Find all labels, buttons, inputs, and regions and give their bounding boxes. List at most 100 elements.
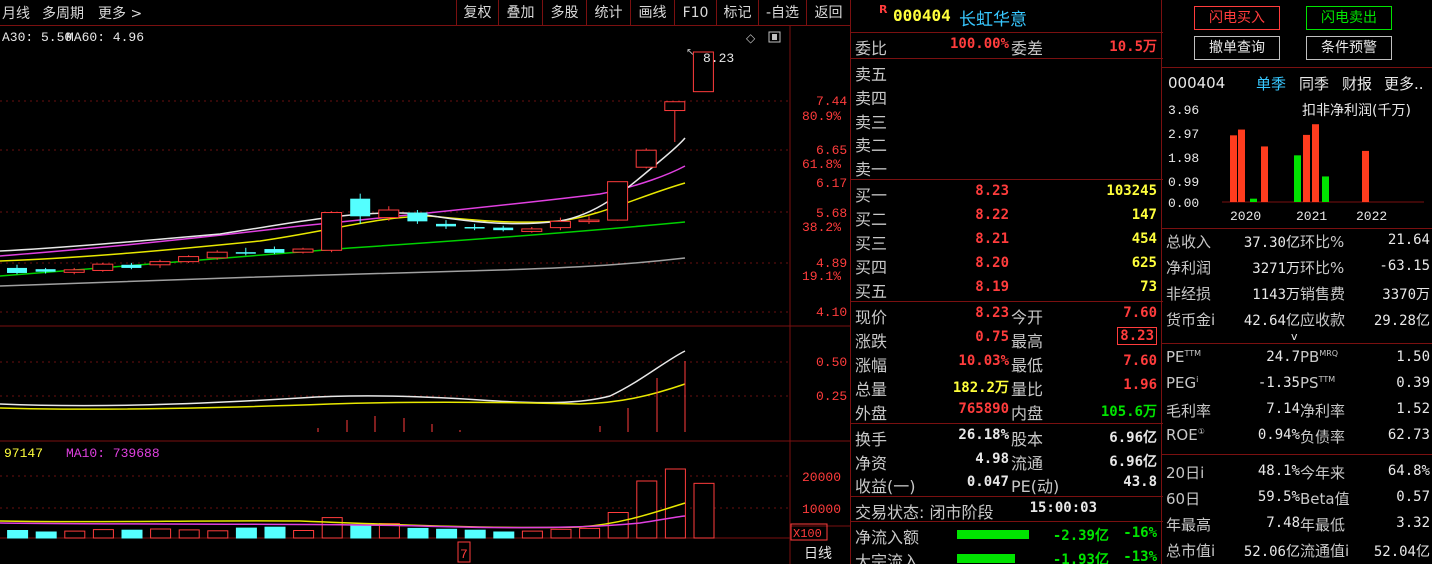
fuquan-button[interactable]: 复权 bbox=[456, 0, 498, 26]
info-label: 收益(一) bbox=[855, 477, 916, 496]
draw-line-button[interactable]: 画线 bbox=[630, 0, 674, 26]
bid-row[interactable]: 买四 8.20 625 bbox=[855, 253, 1159, 277]
volume-bar bbox=[636, 480, 658, 539]
ratio-row: ROE① 0.94% 负债率 62.73 bbox=[1166, 426, 1430, 446]
chevron-right-icon: > bbox=[130, 6, 143, 22]
fin-value: 37.30亿 bbox=[1243, 235, 1300, 251]
candle-body bbox=[92, 263, 114, 271]
volume-bar bbox=[407, 527, 429, 539]
ratio-row: PETTM 24.7 PBMRQ 1.50 bbox=[1166, 348, 1430, 366]
volume-bar bbox=[150, 528, 172, 539]
quick-sell-button[interactable]: 闪电卖出 bbox=[1306, 6, 1392, 30]
back-button[interactable]: 返回 bbox=[806, 0, 850, 26]
ask-row[interactable]: 卖一 bbox=[855, 155, 1159, 179]
price-axis-label: 7.44 bbox=[816, 94, 847, 109]
bid-row[interactable]: 买二 8.22 147 bbox=[855, 205, 1159, 229]
flow-value: -1.93亿 bbox=[1052, 552, 1109, 564]
volume-bar bbox=[121, 529, 143, 539]
ask-label: 卖一 bbox=[855, 160, 888, 179]
perf-value: 52.06亿 bbox=[1243, 544, 1300, 560]
ask-row[interactable]: 卖二 bbox=[855, 131, 1159, 155]
ask-label: 卖四 bbox=[855, 89, 888, 108]
tab-same-quarter[interactable]: 同季 bbox=[1299, 73, 1329, 94]
bid-row[interactable]: 买三 8.21 454 bbox=[855, 229, 1159, 253]
multi-period-button[interactable]: 多周期 bbox=[42, 3, 84, 23]
volume-bar bbox=[264, 526, 286, 539]
weicha-value: 10.5万 bbox=[1109, 39, 1157, 55]
macd-axis-label: 0.25 bbox=[816, 389, 847, 404]
profit-bar bbox=[1294, 155, 1301, 202]
candle-body bbox=[292, 248, 314, 253]
bid-row[interactable]: 买五 8.19 73 bbox=[855, 277, 1159, 301]
ask-row[interactable]: 卖五 bbox=[855, 60, 1159, 84]
diamond-icon[interactable]: ◇ bbox=[746, 31, 756, 45]
perf-value: 52.04亿 bbox=[1373, 544, 1430, 560]
tab-financial-report[interactable]: 财报 bbox=[1342, 73, 1372, 94]
price-axis-label: 6.65 bbox=[816, 143, 847, 158]
ask-label: 卖二 bbox=[855, 136, 888, 155]
macd-axis-label: 0.50 bbox=[816, 355, 847, 370]
candle-body bbox=[35, 269, 56, 272]
volume-bar bbox=[493, 531, 515, 539]
bid-label: 买二 bbox=[855, 210, 888, 229]
overlay-button[interactable]: 叠加 bbox=[498, 0, 542, 26]
multi-stock-button[interactable]: 多股 bbox=[542, 0, 586, 26]
price-axis-label: 4.10 bbox=[816, 305, 847, 320]
expand-chevron-icon[interactable]: v bbox=[1291, 330, 1298, 343]
volume-axis-label: 10000 bbox=[802, 502, 841, 517]
volume-bar bbox=[235, 527, 257, 539]
rzrq-badge: R bbox=[879, 3, 888, 16]
flow-bar bbox=[957, 554, 1015, 563]
volume-bar bbox=[464, 529, 486, 539]
share-capital: 6.96亿 bbox=[1109, 430, 1157, 446]
float-shares: 6.96亿 bbox=[1109, 454, 1157, 470]
cancel-order-query-button[interactable]: 撤单查询 bbox=[1194, 36, 1280, 60]
volume-bar bbox=[521, 530, 543, 539]
f10-button[interactable]: F10 bbox=[674, 0, 716, 26]
macd-dif-line bbox=[0, 350, 686, 407]
outer-volume: 765890 bbox=[958, 401, 1009, 417]
period-footer-label[interactable]: 日线 bbox=[804, 546, 832, 562]
weibi-value: 100.00% bbox=[949, 36, 1009, 52]
weibi-label: 委比 bbox=[855, 39, 888, 58]
mark-button[interactable]: 标记 bbox=[716, 0, 758, 26]
remove-watchlist-button[interactable]: -自选 bbox=[758, 0, 806, 26]
ask-row[interactable]: 卖三 bbox=[855, 108, 1159, 132]
bid-row[interactable]: 买一 8.23 103245 bbox=[855, 181, 1159, 205]
change-percent: 10.03% bbox=[958, 353, 1009, 369]
ask-row[interactable]: 卖四 bbox=[855, 84, 1159, 108]
volume-bar bbox=[64, 530, 86, 539]
fin-label: 应收款 bbox=[1300, 311, 1346, 329]
more-button[interactable]: 更多 > bbox=[98, 3, 142, 23]
ratio-label: 负债率 bbox=[1300, 428, 1346, 446]
candle-body bbox=[407, 212, 428, 222]
volume-bar bbox=[35, 531, 57, 539]
fin-stock-code: 000404 bbox=[1168, 74, 1226, 92]
stock-name: 长虹华意 bbox=[959, 10, 1027, 30]
ma30-legend: A30: 5.50 bbox=[2, 30, 72, 45]
conditional-alert-button[interactable]: 条件预警 bbox=[1306, 36, 1392, 60]
fin-label: 非经损 bbox=[1166, 285, 1212, 303]
change-value: 0.75 bbox=[975, 329, 1009, 345]
current-price: 8.23 bbox=[975, 305, 1009, 321]
tab-single-quarter[interactable]: 单季 bbox=[1256, 73, 1286, 94]
period-selector[interactable]: 月线 bbox=[2, 3, 30, 23]
info-row: 收益(一) 0.047 PE(动) 43.8 bbox=[855, 472, 1159, 496]
kline-chart[interactable]: A30: 5.50 MA60: 4.96 97147 MA10: 739688 … bbox=[0, 26, 850, 564]
stat-label: 今开 bbox=[1011, 308, 1044, 327]
trade-time: 15:00:03 bbox=[1029, 500, 1097, 516]
volume-bar bbox=[92, 529, 114, 539]
fin-label: 环比% bbox=[1300, 233, 1345, 251]
stats-button[interactable]: 统计 bbox=[586, 0, 630, 26]
tab-more[interactable]: 更多.. bbox=[1384, 73, 1424, 94]
stock-code: 000404 bbox=[893, 6, 951, 25]
candle-body bbox=[321, 212, 343, 251]
inner-volume: 105.6万 bbox=[1100, 404, 1157, 420]
quick-buy-button[interactable]: 闪电买入 bbox=[1194, 6, 1280, 30]
fin-value: 1143万 bbox=[1252, 287, 1300, 303]
flow-row: 净流入额 -2.39亿 -16% bbox=[855, 523, 1159, 547]
trade-status-row: 交易状态: 闭市阶段 15:00:03 bbox=[855, 498, 1159, 522]
fin-row: 净利润 3271万 环比% -63.15 bbox=[1166, 255, 1432, 279]
profit-axis-label: 2.97 bbox=[1168, 127, 1199, 142]
year-label: 2021 bbox=[1296, 209, 1327, 224]
